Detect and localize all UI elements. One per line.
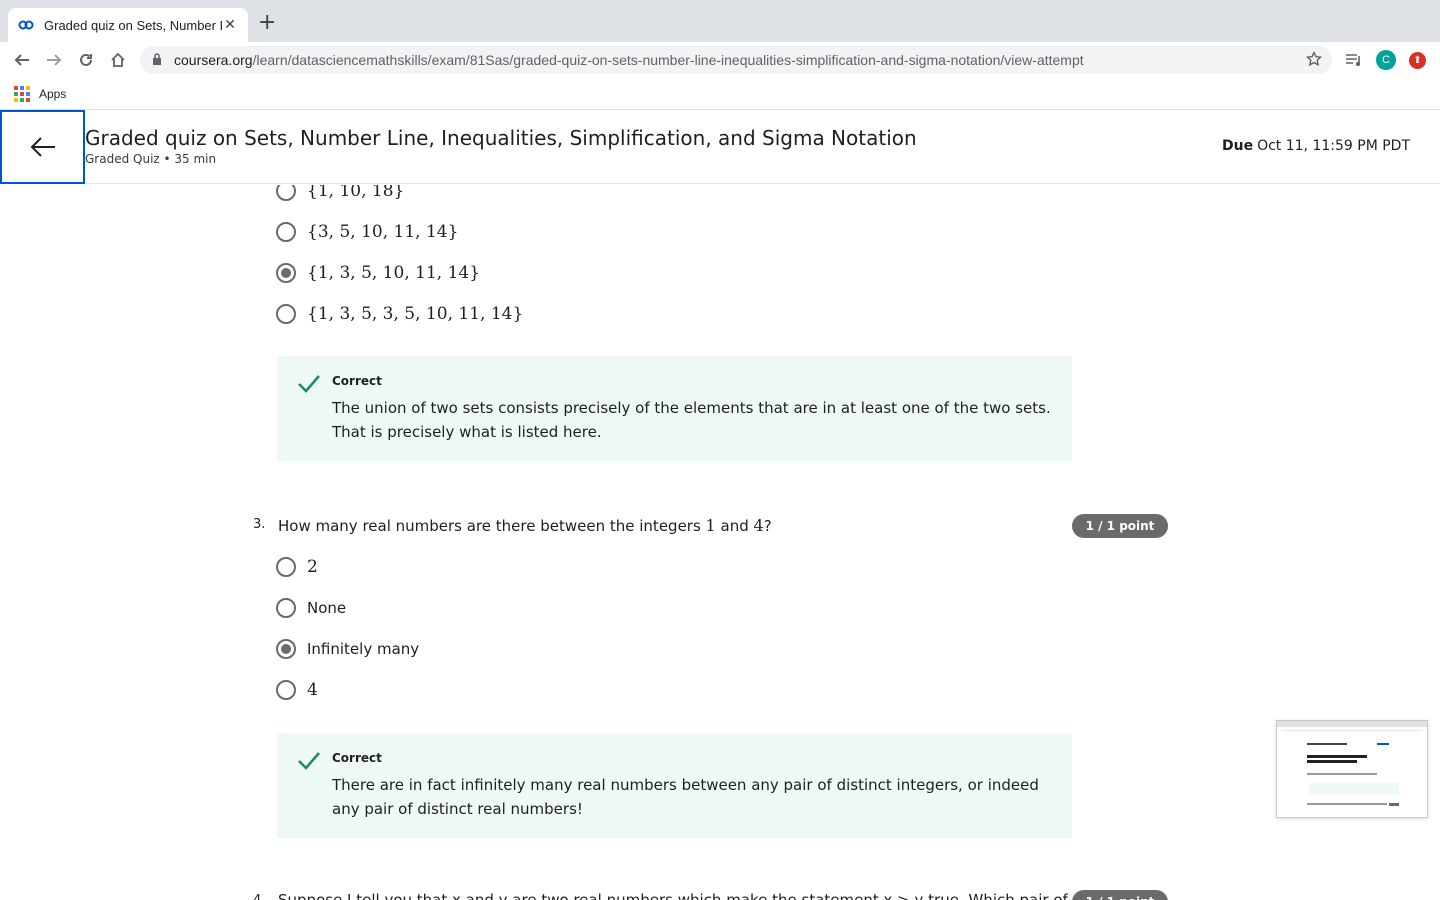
- forward-arrow-icon[interactable]: [42, 48, 66, 72]
- question-text-part: How many real numbers are there between …: [278, 517, 706, 535]
- feedback-label: Correct: [332, 751, 382, 765]
- option-label: 2: [307, 557, 318, 577]
- question-text: Suppose I tell you that x and y are two …: [278, 891, 1068, 900]
- arrow-left-icon: [30, 137, 55, 157]
- coursera-favicon-icon: [18, 17, 34, 33]
- quiz-header: Graded quiz on Sets, Number Line, Inequa…: [0, 110, 1440, 184]
- feedback-text: There are in fact infinitely many real n…: [332, 776, 1039, 818]
- q3-option-4[interactable]: 4: [276, 679, 318, 701]
- q3-option-1[interactable]: 2: [276, 556, 318, 578]
- q3-option-2[interactable]: None: [276, 597, 346, 619]
- question-number: 3.: [253, 517, 266, 532]
- home-icon[interactable]: [106, 48, 130, 72]
- screenshot-thumbnail[interactable]: [1276, 720, 1428, 818]
- browser-tab[interactable]: Graded quiz on Sets, Number Line, Inequa…: [8, 8, 248, 42]
- thumbnail-preview-icon: [1277, 721, 1427, 806]
- radio-button[interactable]: [276, 185, 296, 201]
- option-label: {1, 3, 5, 10, 11, 14}: [307, 263, 481, 283]
- option-label: {1, 3, 5, 3, 5, 10, 11, 14}: [307, 304, 524, 324]
- back-arrow-icon[interactable]: [10, 48, 34, 72]
- lock-icon: [152, 52, 166, 68]
- question-text-part: ?: [763, 517, 772, 535]
- radio-button[interactable]: [276, 304, 296, 324]
- bookmark-star-icon[interactable]: [1305, 50, 1323, 70]
- q2-option-3[interactable]: {1, 3, 5, 10, 11, 14}: [276, 262, 480, 284]
- q2-feedback: Correct The union of two sets consists p…: [277, 356, 1072, 461]
- feedback-label: Correct: [332, 374, 382, 388]
- tab-close-icon[interactable]: ✕: [222, 17, 238, 33]
- tab-title: Graded quiz on Sets, Number Line, Inequa…: [44, 17, 222, 33]
- question-text-part: and: [715, 517, 754, 535]
- radio-button[interactable]: [276, 222, 296, 242]
- option-label: {3, 5, 10, 11, 14}: [307, 222, 459, 242]
- update-icon[interactable]: ⬆: [1409, 52, 1426, 69]
- quiz-subtitle: Graded Quiz • 35 min: [85, 152, 217, 166]
- question-text: How many real numbers are there between …: [278, 516, 772, 535]
- radio-button-selected[interactable]: [276, 263, 296, 283]
- points-badge: 1 / 1 point: [1072, 890, 1168, 900]
- due-value: Oct 11, 11:59 PM PDT: [1257, 138, 1410, 154]
- points-badge: 1 / 1 point: [1072, 514, 1168, 538]
- apps-bookmark[interactable]: Apps: [14, 86, 66, 102]
- browser-tabbar: Graded quiz on Sets, Number Line, Inequa…: [0, 0, 1440, 42]
- radio-button[interactable]: [276, 680, 296, 700]
- question-math: 4: [753, 516, 764, 535]
- check-icon: [298, 752, 320, 770]
- apps-grid-icon: [14, 86, 30, 102]
- quiz-content: {1, 10, 18} {3, 5, 10, 11, 14} {1, 3, 5,…: [0, 185, 1440, 900]
- address-bar[interactable]: coursera.org/learn/datasciencemathskills…: [140, 46, 1332, 74]
- radio-button[interactable]: [276, 598, 296, 618]
- url-host: coursera.org: [174, 52, 253, 68]
- option-label: 4: [307, 680, 318, 700]
- question-number: 4.: [253, 893, 265, 900]
- back-button[interactable]: [0, 110, 85, 184]
- question-math: 1: [705, 516, 716, 535]
- radio-button-selected[interactable]: [276, 639, 296, 659]
- q3-option-3[interactable]: Infinitely many: [276, 638, 419, 660]
- profile-avatar[interactable]: C: [1376, 50, 1396, 70]
- q2-option-4[interactable]: {1, 3, 5, 3, 5, 10, 11, 14}: [276, 303, 523, 325]
- due-label: Due: [1221, 138, 1254, 154]
- url-path: /learn/datasciencemathskills/exam/81Sas/…: [252, 52, 1084, 68]
- feedback-text: The union of two sets consists precisely…: [332, 399, 1051, 441]
- reload-icon[interactable]: [74, 48, 98, 72]
- page-title: Graded quiz on Sets, Number Line, Inequa…: [85, 126, 917, 150]
- q2-option-1[interactable]: {1, 10, 18}: [276, 185, 404, 202]
- q3-feedback: Correct There are in fact infinitely man…: [277, 733, 1072, 838]
- browser-toolbar: coursera.org/learn/datasciencemathskills…: [0, 42, 1440, 78]
- new-tab-button[interactable]: +: [258, 12, 276, 34]
- radio-button[interactable]: [276, 557, 296, 577]
- q2-option-2[interactable]: {3, 5, 10, 11, 14}: [276, 221, 458, 243]
- bookmarks-bar: Apps: [0, 78, 1440, 110]
- option-label: {1, 10, 18}: [307, 185, 405, 201]
- option-label: Infinitely many: [307, 640, 420, 658]
- media-queue-icon[interactable]: [1344, 50, 1364, 70]
- apps-label: Apps: [39, 87, 67, 101]
- option-label: None: [307, 599, 347, 617]
- due-date: Due Oct 11, 11:59 PM PDT: [1222, 138, 1410, 154]
- check-icon: [298, 375, 320, 393]
